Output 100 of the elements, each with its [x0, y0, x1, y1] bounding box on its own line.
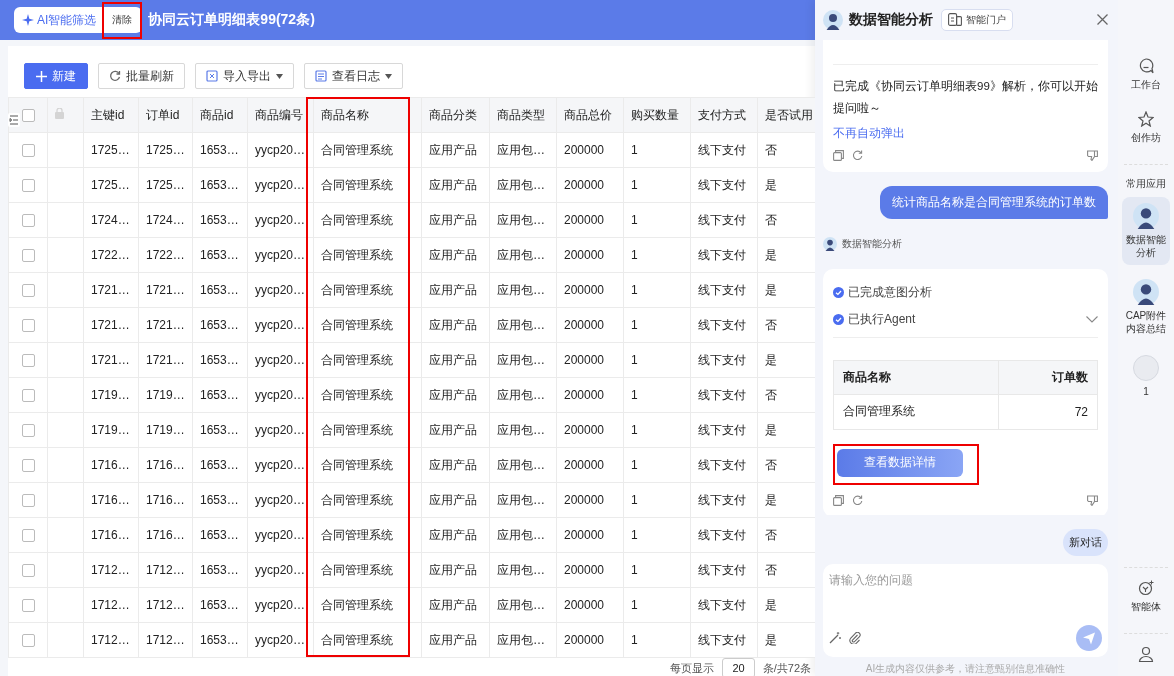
table-cell: 1653… — [192, 342, 248, 378]
table-cell: 200000 — [556, 517, 624, 553]
no-popup-link[interactable]: 不再自动弹出 — [833, 124, 1098, 142]
table-cell: 合同管理系统 — [313, 237, 422, 273]
column-header[interactable]: 商品类型 — [489, 97, 557, 133]
row-checkbox[interactable] — [21, 354, 35, 368]
row-checkbox[interactable] — [21, 249, 35, 263]
table-cell: 1 — [623, 202, 691, 238]
table-cell: 应用产品 — [421, 482, 490, 518]
table-cell: 1653… — [192, 237, 248, 273]
column-header[interactable]: 购买数量 — [623, 97, 691, 133]
row-checkbox[interactable] — [21, 179, 35, 193]
disclaimer-text: AI生成内容仅供参考，请注意甄别信息准确性 — [864, 662, 1067, 676]
table-cell: 1 — [623, 167, 691, 203]
select-all-checkbox[interactable] — [21, 109, 35, 123]
refresh-icon — [852, 495, 863, 507]
user-message: 统计商品名称是合同管理系统的订单数 — [880, 185, 1108, 219]
row-checkbox[interactable] — [21, 599, 35, 613]
step-label: 已完成意图分析 — [848, 283, 932, 301]
table-cell: 合同管理系统 — [313, 307, 422, 343]
column-header[interactable]: 商品总价 — [556, 97, 624, 133]
portal-icon — [948, 13, 962, 27]
refresh-button[interactable]: 批量刷新 — [98, 63, 185, 89]
column-header[interactable]: 商品id — [192, 97, 248, 133]
rail-item[interactable]: 智能体 — [1122, 574, 1170, 619]
copy-icon — [833, 495, 844, 507]
message-input[interactable]: 请输入您的问题 — [829, 571, 1102, 625]
table-cell: 1 — [623, 622, 691, 658]
table-cell: 200000 — [556, 132, 624, 168]
message-input-box[interactable]: 请输入您的问题 — [823, 563, 1108, 657]
ai-filter-button[interactable]: AI智能筛选 — [22, 11, 103, 29]
table-cell: 1 — [623, 342, 691, 378]
bot-name: 数据智能分析 — [842, 236, 902, 251]
step-label: 已执行Agent — [848, 310, 916, 328]
new-button[interactable]: 新建 — [24, 63, 88, 89]
table-cell: 1 — [623, 307, 691, 343]
table-cell: 200000 — [556, 202, 624, 238]
column-header[interactable]: 商品编号 — [247, 97, 314, 133]
blank-app-icon — [1133, 355, 1159, 381]
column-header[interactable]: 是否试用 — [757, 97, 815, 133]
rail-item[interactable]: 工作台 — [1122, 52, 1170, 97]
caret-icon — [276, 73, 283, 79]
table-cell: 线下支付 — [690, 447, 758, 483]
table-cell: 200000 — [556, 552, 624, 588]
row-checkbox[interactable] — [21, 529, 35, 543]
row-checkbox[interactable] — [21, 459, 35, 473]
table-cell: 应用包… — [489, 202, 557, 238]
row-checkbox[interactable] — [21, 319, 35, 333]
table-cell: 1725… — [83, 132, 139, 168]
rail-item[interactable]: CAP附件内容总结 — [1122, 273, 1170, 341]
column-header[interactable]: 商品名称 — [313, 97, 422, 133]
table-cell: 应用包… — [489, 517, 557, 553]
table-cell: 1722… — [83, 237, 139, 273]
rail-item[interactable]: 1 — [1122, 349, 1170, 404]
table-cell: 1 — [623, 587, 691, 623]
row-checkbox[interactable] — [21, 564, 35, 578]
column-header[interactable]: 支付方式 — [690, 97, 758, 133]
user-icon[interactable] — [1138, 646, 1154, 662]
column-header[interactable]: 主键id — [83, 97, 139, 133]
row-checkbox[interactable] — [21, 424, 35, 438]
table-cell: 应用包… — [489, 132, 557, 168]
row-checkbox[interactable] — [21, 494, 35, 508]
table-cell: 应用包… — [489, 272, 557, 308]
page-size-field[interactable]: 20 — [722, 658, 755, 676]
table-cell: 1716… — [138, 482, 193, 518]
table-cell: 1 — [623, 132, 691, 168]
table-cell: 是 — [757, 237, 815, 273]
column-header[interactable]: 订单id — [138, 97, 193, 133]
log-button[interactable]: 查看日志 — [304, 63, 403, 89]
caret-icon — [385, 73, 392, 79]
table-cell: 1719… — [83, 412, 139, 448]
row-checkbox[interactable] — [21, 144, 35, 158]
table-cell: 200000 — [556, 447, 624, 483]
table-cell: 线下支付 — [690, 342, 758, 378]
row-checkbox[interactable] — [21, 214, 35, 228]
column-header: 商品名称 — [833, 360, 999, 395]
import-export-button[interactable]: 导入导出 — [195, 63, 294, 89]
magic-wand-icon — [829, 632, 841, 644]
column-header[interactable]: 商品分类 — [421, 97, 490, 133]
table-cell: 200000 — [556, 377, 624, 413]
agent-icon — [1138, 580, 1154, 596]
close-icon — [1097, 14, 1108, 26]
table-cell: 应用包… — [489, 447, 557, 483]
table-cell: 应用包… — [489, 587, 557, 623]
row-checkbox[interactable] — [21, 389, 35, 403]
table-cell: 1653… — [192, 587, 248, 623]
rail-item[interactable]: 数据智能分析 — [1122, 197, 1170, 265]
table-cell: 1 — [623, 447, 691, 483]
portal-button[interactable]: 智能门户 — [941, 8, 1013, 31]
table-cell: 是 — [757, 272, 815, 308]
table-cell: 1719… — [83, 377, 139, 413]
table-cell: 1725… — [138, 167, 193, 203]
new-chat-button[interactable]: 新对话 — [1063, 528, 1108, 556]
table-cell: 1 — [623, 517, 691, 553]
star-icon — [1138, 111, 1154, 127]
table-cell: 1653… — [192, 447, 248, 483]
row-checkbox[interactable] — [21, 634, 35, 648]
avatar-icon — [823, 9, 843, 30]
rail-item[interactable]: 创作坊 — [1122, 105, 1170, 150]
row-checkbox[interactable] — [21, 284, 35, 298]
